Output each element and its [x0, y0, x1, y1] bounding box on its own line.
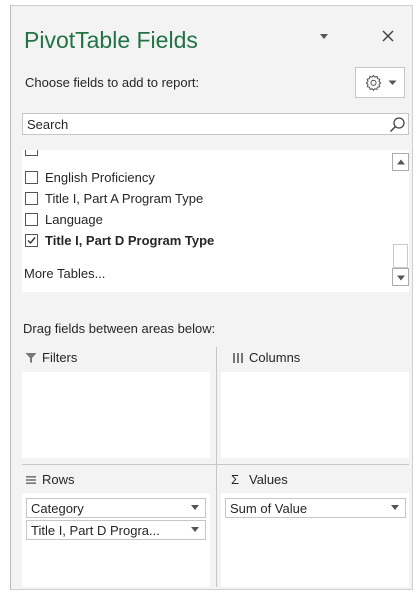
- columns-icon: [233, 353, 243, 363]
- filters-area-title: Filters: [42, 350, 78, 365]
- arrow-up-icon: [397, 159, 405, 165]
- field-list-scrollbar[interactable]: [392, 150, 409, 292]
- search-icon[interactable]: [389, 116, 406, 133]
- pane-title: PivotTable Fields: [24, 27, 198, 53]
- field-checkbox-checked[interactable]: [25, 234, 38, 247]
- field-label: Language: [45, 212, 103, 227]
- pill-label: Title I, Part D Progra...: [31, 523, 160, 538]
- drag-fields-label: Drag fields between areas below:: [23, 321, 216, 336]
- areas-horizontal-divider: [22, 464, 409, 465]
- field-checkbox[interactable]: [25, 171, 38, 184]
- gear-icon: [365, 74, 382, 91]
- field-label: Title I, Part A Program Type: [45, 191, 204, 206]
- search-input[interactable]: [23, 114, 375, 134]
- task-pane-options-icon[interactable]: [317, 29, 331, 43]
- field-item-title-i-part-a-program-type[interactable]: Title I, Part A Program Type: [25, 190, 385, 210]
- field-item-language[interactable]: Language: [25, 211, 385, 231]
- field-label: English Proficiency: [45, 170, 155, 185]
- arrow-down-icon: [397, 275, 405, 281]
- chevron-down-icon[interactable]: [191, 505, 199, 510]
- field-item-english-proficiency[interactable]: English Proficiency: [25, 169, 385, 189]
- field-checkbox-clipped[interactable]: [25, 150, 38, 156]
- scroll-thumb[interactable]: [393, 244, 408, 268]
- rows-icon: [26, 476, 36, 484]
- field-checkbox[interactable]: [25, 213, 38, 226]
- values-field-sum-of-value[interactable]: Sum of Value: [225, 498, 406, 518]
- search-box: [22, 113, 409, 135]
- field-checkbox[interactable]: [25, 192, 38, 205]
- filter-icon: [25, 353, 37, 363]
- values-area-title: Values: [249, 472, 288, 487]
- scroll-up-button[interactable]: [392, 153, 409, 171]
- more-tables-link[interactable]: More Tables...: [24, 266, 105, 281]
- columns-area-title: Columns: [249, 350, 301, 365]
- chevron-down-icon: [388, 80, 397, 85]
- pivottable-fields-pane: PivotTable Fields Choose fields to add t…: [10, 5, 413, 590]
- field-list: English Proficiency Title I, Part A Prog…: [22, 150, 409, 292]
- rows-drop-zone[interactable]: Category Title I, Part D Progra...: [22, 493, 210, 587]
- scroll-down-button[interactable]: [392, 268, 409, 286]
- choose-fields-label: Choose fields to add to report:: [25, 75, 200, 90]
- values-drop-zone[interactable]: Sum of Value: [221, 493, 409, 587]
- pill-label: Category: [31, 501, 84, 516]
- sigma-icon: Σ: [231, 472, 240, 487]
- rows-field-title-i-part-d[interactable]: Title I, Part D Progra...: [26, 520, 206, 540]
- chevron-down-icon[interactable]: [191, 527, 199, 532]
- rows-field-category[interactable]: Category: [26, 498, 206, 518]
- rows-area-title: Rows: [42, 472, 75, 487]
- field-label: Title I, Part D Program Type: [45, 233, 215, 248]
- pill-label: Sum of Value: [230, 501, 308, 516]
- columns-drop-zone[interactable]: [221, 372, 409, 458]
- close-icon[interactable]: [380, 28, 396, 44]
- tools-button[interactable]: [355, 67, 405, 98]
- field-item-title-i-part-d-program-type[interactable]: Title I, Part D Program Type: [25, 232, 385, 252]
- checkmark-icon: [27, 237, 36, 245]
- filters-drop-zone[interactable]: [22, 372, 210, 458]
- chevron-down-icon[interactable]: [391, 505, 399, 510]
- areas-vertical-divider: [216, 347, 217, 587]
